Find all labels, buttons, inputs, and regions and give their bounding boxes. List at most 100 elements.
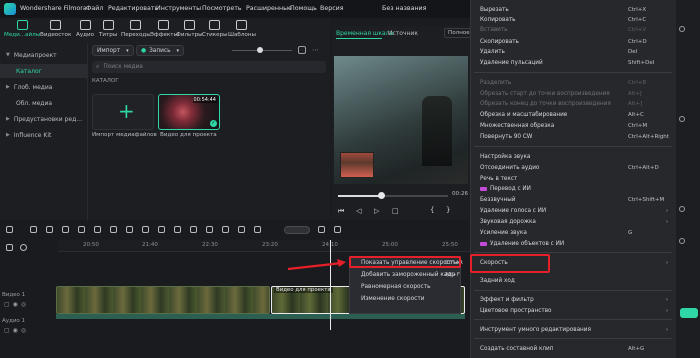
menu-tools[interactable]: Инструменты [156,5,201,12]
text-icon[interactable] [126,226,133,233]
link-icon[interactable] [20,244,27,251]
tab-filters[interactable]: Фильтры [176,20,203,38]
menu-edit[interactable]: Редактировать [108,5,158,12]
layout-icon[interactable] [6,226,13,233]
play-icon[interactable]: ▷ [374,207,379,215]
menu-item-multi-trim[interactable]: Множественная обрезка Ctrl+M [470,121,676,131]
submenu-item-uniform-speed[interactable]: Равномерная скорость [349,281,461,292]
toggle-icon[interactable] [679,238,685,244]
more-icon[interactable]: ⋯ [312,46,319,54]
mark-in-icon[interactable]: { [430,206,434,214]
submenu-item-speed-ramp[interactable]: Изменение скорости [349,293,461,304]
adjust-icon[interactable] [222,226,229,233]
apply-button[interactable] [680,308,698,318]
mark-out-icon[interactable]: } [446,206,450,214]
menu-separator [474,252,672,253]
tab-media[interactable]: Меди...айлы [4,20,40,38]
tab-timeline-preview[interactable]: Временная шкала [336,30,393,37]
ai-toggle[interactable] [284,226,310,234]
ai-icon[interactable] [142,226,149,233]
menu-item-smart-edit[interactable]: Инструмент умного редактирования › [470,325,676,335]
settings-icon[interactable] [318,226,325,233]
stop-icon[interactable]: □ [392,207,399,215]
menu-item-compound-clip[interactable]: Создать составной клип Alt+G [470,344,676,354]
sidebar-item-project-media[interactable]: ▼ Медиапроект [0,48,88,62]
frame-back-icon[interactable]: ◁ [356,207,361,215]
sidebar-item-global-media[interactable]: ▶ Глоб. медиа [0,80,88,94]
import-media-tile[interactable]: + [92,94,154,130]
video-track-controls[interactable]: ▢◉◎ [4,301,29,308]
video-clip-left[interactable] [56,286,270,314]
menu-item-speech-to-text[interactable]: Речь в текст [470,174,676,184]
add-track-icon[interactable] [6,244,13,251]
menu-item-audio-settings[interactable]: Настройка звука [470,152,676,162]
crop-icon[interactable] [94,226,101,233]
step-back-icon[interactable]: ⏮ [338,207,344,216]
tab-effects[interactable]: Эффекты [150,20,178,38]
timeline-playhead[interactable] [330,240,331,330]
tab-source-preview[interactable]: Источник [388,30,418,37]
menu-version[interactable]: Версия [320,5,344,12]
record-dropdown[interactable]: ● Запись ▾ [136,45,185,56]
tab-stock-video[interactable]: Видеосток [40,20,71,38]
zoom-slider-handle[interactable] [257,47,263,53]
menu-item-crop-zoom[interactable]: Обрезка и масштабирование Alt+C [470,110,676,120]
toggle-icon[interactable] [679,116,685,122]
menu-help[interactable]: Помощь [290,5,317,12]
redo-icon[interactable] [46,226,53,233]
sidebar-item-catalog[interactable]: Каталог [0,64,88,78]
menu-item-rotate[interactable]: Повернуть 90 CW Ctrl+Alt+Right [470,132,676,142]
menu-item-ai-object-removal[interactable]: Удаление объектов с ИИ [470,239,676,249]
menu-view[interactable]: Посмотреть [202,5,242,12]
menu-item-effect-filter[interactable]: Эффект и фильтр › [470,295,676,305]
menu-item-reverse[interactable]: Задний ход [470,276,676,286]
menu-item-audio-boost[interactable]: Усиление звука G [470,228,676,238]
menu-item-ripple-delete[interactable]: Удаление пульсаций Shift+Del [470,58,676,68]
menu-item-copy[interactable]: Копировать Ctrl+C [470,15,676,25]
menu-item-cut[interactable]: Вырезать Ctrl+X [470,5,676,15]
menu-item-duplicate[interactable]: Скопировать Ctrl+D [470,37,676,47]
media-clip-tile[interactable]: 00:54:44 ✓ [158,94,220,130]
ruler-tick: 22:30 [202,242,218,248]
video-preview[interactable] [334,56,468,184]
audio-track-controls[interactable]: ▢◉◎ [4,327,29,334]
menu-file[interactable]: Файл [86,5,103,12]
speed-icon[interactable] [110,226,117,233]
tab-transitions-label: Переходы [121,32,151,38]
menu-advanced[interactable]: Расширенные [246,5,292,12]
mic-icon[interactable] [334,226,341,233]
toggle-icon[interactable] [679,206,685,212]
sidebar-item-influence-kit[interactable]: ▶ Influence Kit [0,128,88,142]
color-icon[interactable] [158,226,165,233]
delete-icon[interactable] [62,226,69,233]
menu-item-detach-audio[interactable]: Отсоединить аудио Ctrl+Alt+D [470,163,676,173]
filter-icon[interactable] [298,46,306,54]
mask-icon[interactable] [206,226,213,233]
magic-icon[interactable] [254,226,261,233]
keyframe-icon[interactable] [190,226,197,233]
filters-icon [183,20,195,30]
sidebar-item-edit-presets[interactable]: ▶ Предустановки ред... [0,112,88,126]
menu-item-label: Цветовое пространство [480,308,552,314]
audio-edit-icon[interactable] [174,226,181,233]
sticker-edit-icon[interactable] [238,226,245,233]
split-icon[interactable] [78,226,85,233]
toggle-icon[interactable] [679,26,685,32]
tab-stickers[interactable]: Стикеры [202,20,228,38]
menu-item-delete[interactable]: Удалить Del [470,47,676,57]
tab-audio[interactable]: Аудио [76,20,94,38]
import-dropdown[interactable]: Импорт ▾ [92,45,134,56]
search-input[interactable]: ⌕ Поиск медиа [92,61,326,73]
menu-item-ai-translate[interactable]: Перевод с ИИ [470,184,676,194]
tab-titles[interactable]: Титры [99,20,117,38]
tab-templates[interactable]: Шаблоны [228,20,256,38]
submenu-item-freeze-frame[interactable]: Добавить замороженный кадр Alt+F [349,269,461,280]
menu-item-color-space[interactable]: Цветовое пространство › [470,306,676,316]
playhead-handle[interactable] [378,192,385,199]
sidebar-item-cloud-media[interactable]: Обл. медиа [0,96,88,110]
menu-item-soundtrack[interactable]: Звуковая дорожка › [470,217,676,227]
undo-icon[interactable] [30,226,37,233]
menu-item-ai-voice-removal[interactable]: Удаление голоса с ИИ › [470,206,676,216]
menu-item-mute[interactable]: Беззвучный Ctrl+Shift+M [470,195,676,205]
tab-transitions[interactable]: Переходы [121,20,151,38]
